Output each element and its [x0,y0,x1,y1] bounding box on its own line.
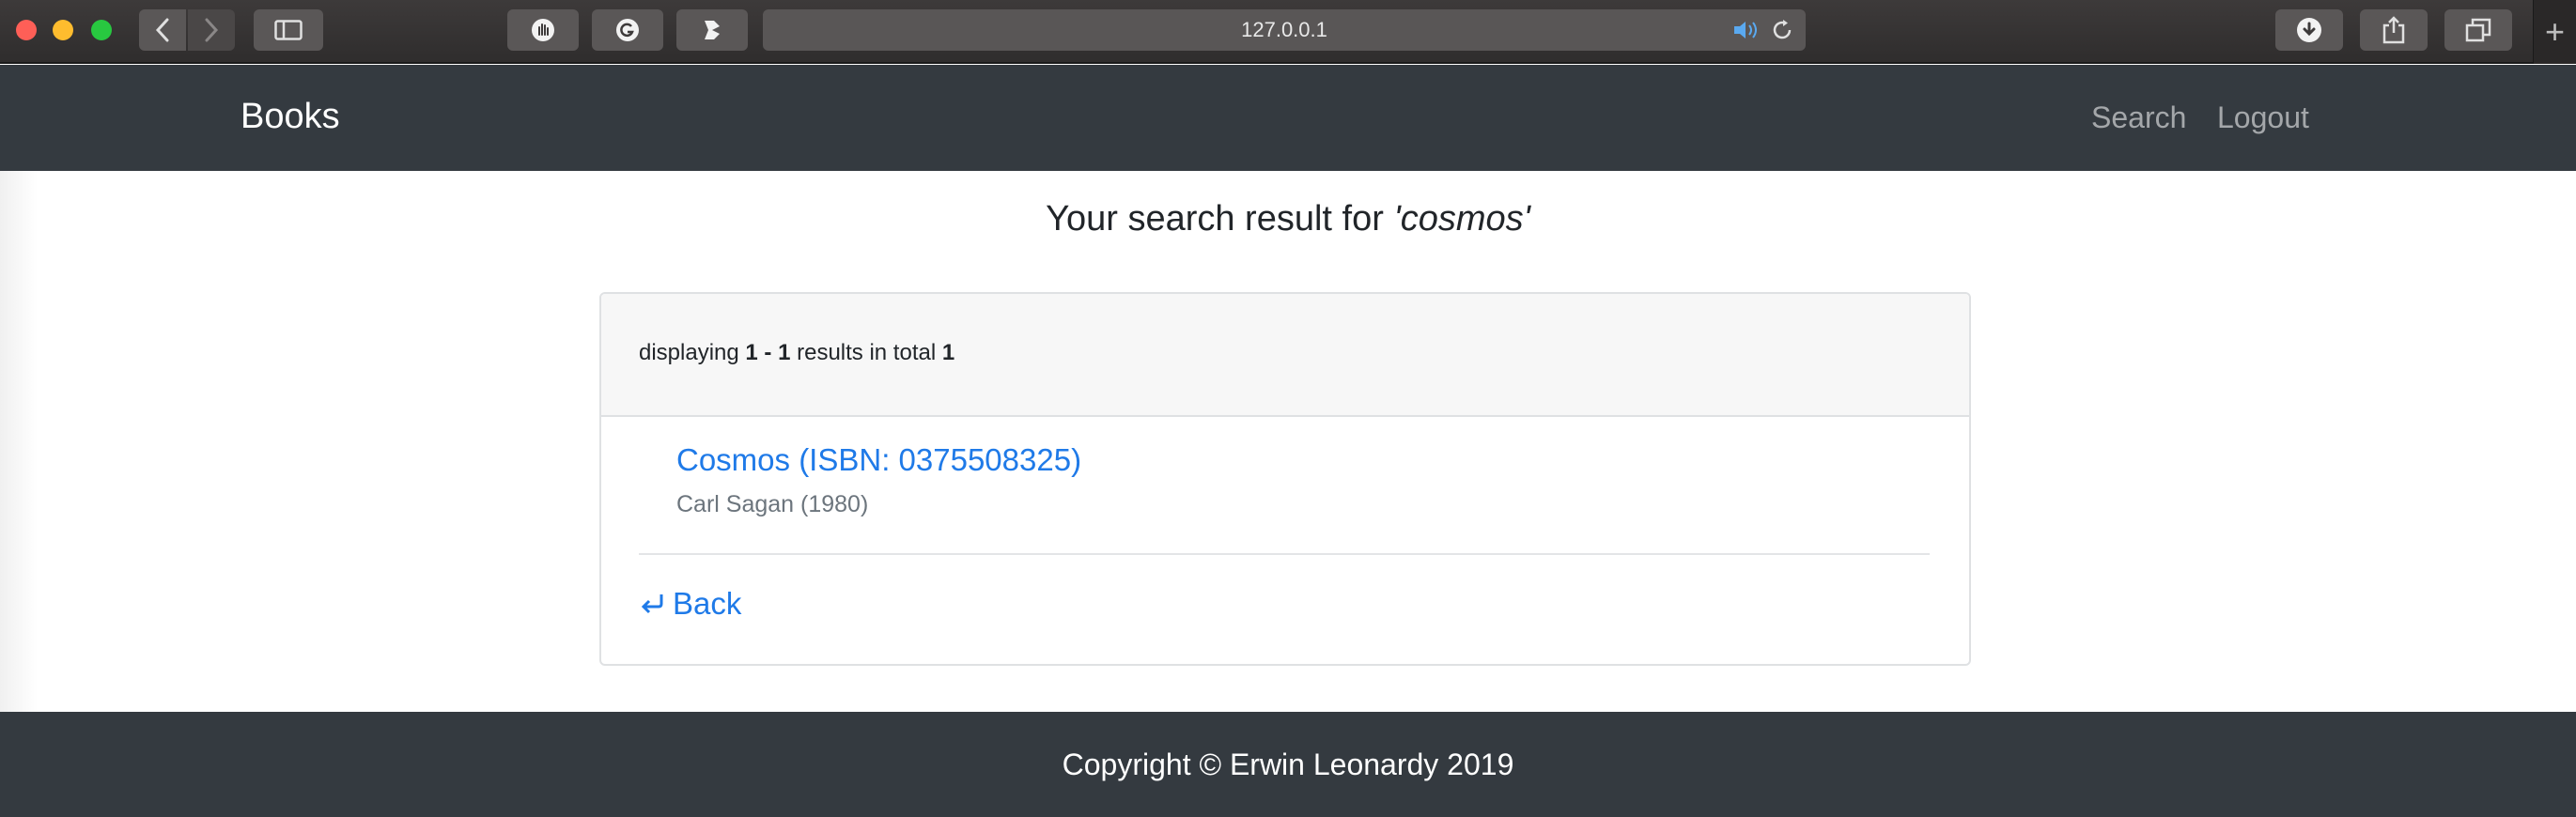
plus-icon: + [2544,12,2566,51]
puzzle-icon [705,21,720,39]
new-tab-button[interactable]: + [2533,0,2576,64]
grammarly-icon [616,19,639,41]
show-tabs-button[interactable] [2444,9,2512,51]
sidebar-icon [274,20,303,40]
result-author-year: Carl Sagan (1980) [676,491,869,517]
summary-total: 1 [941,340,955,365]
share-icon [2382,16,2405,44]
results-card: displaying 1 - 1 results in total 1 Cosm… [599,292,1971,666]
divider [639,553,1930,555]
page-title-prefix: Your search result for [1046,199,1394,239]
back-label: Back [673,586,742,621]
site-footer: Copyright © Erwin Leonardy 2019 [0,712,2576,817]
page-title: Your search result for 'cosmos' [0,199,2576,239]
tabs-icon [2465,18,2491,42]
nav-logout-link[interactable]: Logout [2217,100,2309,135]
chevron-right-icon [205,18,219,42]
maximize-window-button[interactable] [91,20,112,40]
url-text: 127.0.0.1 [1241,18,1327,41]
download-icon [2297,18,2321,42]
extension-button-3[interactable] [676,9,748,51]
browser-forward-button[interactable] [188,9,235,51]
summary-middle: results in total [790,340,942,365]
result-title-link[interactable]: Cosmos (ISBN: 0375508325) [676,442,1081,478]
address-bar[interactable]: 127.0.0.1 [763,9,1806,51]
extension-button-1[interactable] [507,9,579,51]
browser-back-button[interactable] [139,9,186,51]
close-window-button[interactable] [16,20,37,40]
share-button[interactable] [2360,9,2428,51]
sidebar-toggle-button[interactable] [254,9,323,51]
page-edge-shadow [0,171,38,712]
audio-icon[interactable] [1732,19,1761,41]
downloads-button[interactable] [2275,9,2343,51]
chevron-left-icon [155,18,169,42]
search-query: 'cosmos' [1393,199,1530,239]
hand-icon [532,19,554,41]
browser-toolbar: 127.0.0.1 + [0,0,2576,64]
extension-button-2[interactable] [592,9,663,51]
back-button[interactable]: Back [639,586,741,622]
summary-prefix: displaying [639,340,746,365]
return-arrow-icon [641,594,663,614]
summary-range: 1 - 1 [745,340,791,365]
brand-link[interactable]: Books [241,97,340,137]
site-navbar: Books Search Logout [0,65,2576,171]
minimize-window-button[interactable] [53,20,73,40]
reload-icon[interactable] [1770,18,1794,42]
nav-search-link[interactable]: Search [2091,100,2186,135]
list-item: Cosmos (ISBN: 0375508325) Carl Sagan (19… [676,442,1081,518]
copyright-text: Copyright © Erwin Leonardy 2019 [1062,747,1514,781]
results-summary: displaying 1 - 1 results in total 1 [601,294,1969,417]
